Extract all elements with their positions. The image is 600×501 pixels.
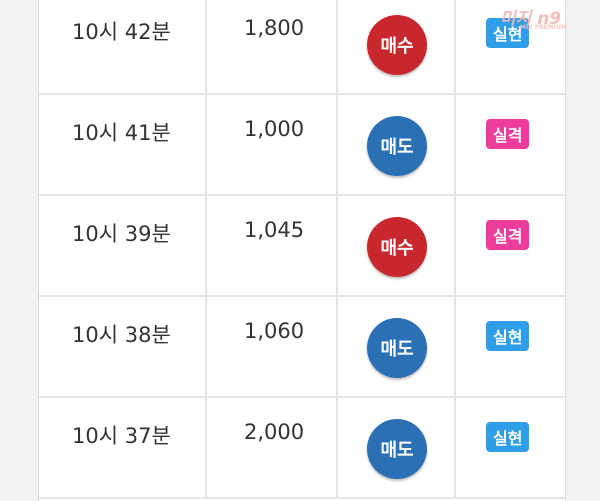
sell-badge: 매도 <box>367 318 427 378</box>
time-cell: 10시 37분 <box>39 398 205 497</box>
trade-type-cell: 매도 <box>336 95 454 194</box>
price-cell: 1,045 <box>205 196 336 295</box>
buy-badge: 매수 <box>367 217 427 277</box>
result-badge: 실격 <box>486 119 530 149</box>
trade-type-cell: 매수 <box>336 196 454 295</box>
trade-list: 10시 42분 1,800 매수 실현 10시 41분 1,000 매도 실격 … <box>39 0 565 499</box>
watermark-subtext: MIJI PREMIUM <box>520 24 567 31</box>
buy-badge: 매수 <box>367 15 427 75</box>
table-row: 10시 39분 1,045 매수 실격 <box>39 196 565 297</box>
price-label: 1,000 <box>244 117 305 141</box>
trade-type-cell: 매도 <box>336 297 454 396</box>
price-label: 2,000 <box>244 420 305 444</box>
time-cell: 10시 39분 <box>39 196 205 295</box>
table-row: 10시 42분 1,800 매수 실현 <box>39 0 565 95</box>
price-label: 1,800 <box>244 16 305 40</box>
price-label: 1,045 <box>244 218 305 242</box>
time-cell: 10시 41분 <box>39 95 205 194</box>
result-cell: 실현 <box>454 398 567 497</box>
price-cell: 1,800 <box>205 0 336 93</box>
trade-type-cell: 매도 <box>336 398 454 497</box>
time-cell: 10시 38분 <box>39 297 205 396</box>
time-label: 10시 42분 <box>72 20 171 44</box>
trade-history-panel: 10시 42분 1,800 매수 실현 10시 41분 1,000 매도 실격 … <box>38 0 566 501</box>
price-cell: 1,060 <box>205 297 336 396</box>
trade-type-cell: 매수 <box>336 0 454 93</box>
table-row: 10시 37분 2,000 매도 실현 <box>39 398 565 499</box>
result-cell: 실격 <box>454 95 567 194</box>
result-cell: 실격 <box>454 196 567 295</box>
result-badge: 실현 <box>486 422 530 452</box>
result-cell: 실현 <box>454 297 567 396</box>
time-label: 10시 37분 <box>72 424 171 448</box>
price-cell: 2,000 <box>205 398 336 497</box>
sell-badge: 매도 <box>367 419 427 479</box>
price-label: 1,060 <box>244 319 305 343</box>
time-label: 10시 41분 <box>72 121 171 145</box>
watermark-logo: 미지 n9 MIJI PREMIUM <box>500 4 590 34</box>
time-label: 10시 39분 <box>72 222 171 246</box>
result-badge: 실현 <box>486 321 530 351</box>
result-badge: 실격 <box>486 220 530 250</box>
price-cell: 1,000 <box>205 95 336 194</box>
table-row: 10시 38분 1,060 매도 실현 <box>39 297 565 398</box>
sell-badge: 매도 <box>367 116 427 176</box>
table-row: 10시 41분 1,000 매도 실격 <box>39 95 565 196</box>
time-label: 10시 38분 <box>72 323 171 347</box>
time-cell: 10시 42분 <box>39 0 205 93</box>
